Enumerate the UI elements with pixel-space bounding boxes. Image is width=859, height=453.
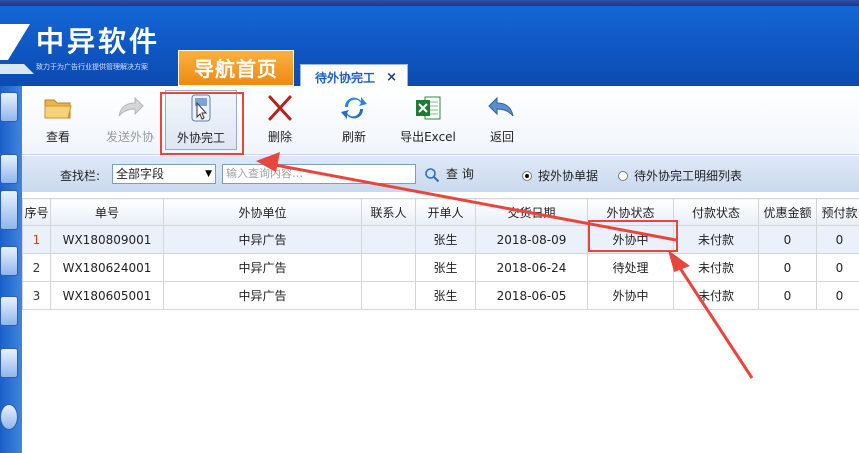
app-header: 中异软件 致力于为广告行业提供管理解决方案 导航首页 待外协完工 × (0, 6, 859, 90)
contact (361, 225, 416, 254)
discount-amount: 0 (758, 225, 817, 254)
search-icon (425, 167, 440, 182)
brand-slogan: 致力于为广告行业提供管理解决方案 (36, 63, 148, 71)
table-row[interactable]: 1 WX180809001 中异广告 张生 2018-08-09 外协中 未付款… (22, 225, 859, 254)
prepayment: 0 (816, 225, 859, 254)
sidebar-module-icon[interactable] (0, 190, 18, 230)
nav-home-button[interactable]: 导航首页 (178, 50, 294, 86)
sidebar-module-icon[interactable] (0, 404, 18, 430)
radio-checked-icon (522, 171, 532, 181)
brand-title: 中异软件 (36, 25, 161, 58)
order-no: WX180809001 (50, 225, 164, 254)
outsource-status: 外协中 (587, 281, 674, 310)
column-header[interactable]: 交货日期 (475, 198, 588, 226)
column-header[interactable]: 序号 (22, 198, 51, 226)
payment-status: 未付款 (673, 253, 759, 282)
delete-button[interactable]: 删除 (248, 94, 312, 150)
prepayment: 0 (816, 253, 859, 282)
dropdown-arrow-icon: ▼ (205, 169, 212, 179)
table-header-row: 序号 单号 外协单位 联系人 开单人 交货日期 外协状态 付款状态 优惠金额 预… (22, 198, 859, 226)
row-seq: 2 (22, 253, 51, 282)
folder-open-icon (44, 99, 72, 119)
creator: 张生 (415, 253, 476, 282)
table-row[interactable]: 3 WX180605001 中异广告 张生 2018-06-05 外协中 未付款… (22, 281, 859, 310)
status-highlight (588, 220, 678, 252)
creator: 张生 (415, 225, 476, 254)
contact (361, 281, 416, 310)
row-seq: 1 (22, 225, 51, 254)
refresh-icon (341, 97, 367, 119)
column-header[interactable]: 联系人 (361, 198, 416, 226)
send-outsource-button[interactable]: 发送外协 (98, 94, 162, 150)
row-seq: 3 (22, 281, 51, 310)
tab-label: 待外协完工 (315, 71, 376, 85)
view-button[interactable]: 查看 (26, 94, 90, 150)
sidebar-module-icon[interactable] (0, 296, 18, 326)
excel-icon (416, 96, 441, 120)
outsource-table: 序号 单号 外协单位 联系人 开单人 交货日期 外协状态 付款状态 优惠金额 预… (22, 198, 859, 453)
left-sidebar (0, 86, 22, 453)
column-header[interactable]: 预付款 (816, 198, 859, 226)
back-arrow-icon (488, 96, 514, 117)
column-header[interactable]: 优惠金额 (758, 198, 817, 226)
search-button[interactable]: 查 询 (424, 164, 474, 184)
creator: 张生 (415, 281, 476, 310)
refresh-button[interactable]: 刷新 (322, 94, 386, 150)
outsource-unit: 中异广告 (163, 253, 362, 282)
prepayment: 0 (816, 281, 859, 310)
column-header[interactable]: 单号 (50, 198, 164, 226)
sidebar-module-icon[interactable] (0, 246, 18, 276)
back-button[interactable]: 返回 (470, 94, 534, 150)
contact (361, 253, 416, 282)
complete-button-highlight (160, 92, 244, 155)
payment-status: 未付款 (673, 225, 759, 254)
delete-x-icon (268, 95, 292, 121)
search-field-select[interactable]: 全部字段 ▼ (112, 164, 216, 184)
delivery-date: 2018-08-09 (475, 225, 588, 254)
delivery-date: 2018-06-24 (475, 253, 588, 282)
forward-arrow-icon (118, 96, 144, 117)
radio-detail-list[interactable]: 待外协完工明细列表 (618, 167, 742, 184)
search-input[interactable]: 输入查询内容… (222, 164, 416, 184)
search-label: 查找栏: (60, 169, 101, 183)
outsource-unit: 中异广告 (163, 225, 362, 254)
column-header[interactable]: 外协单位 (163, 198, 362, 226)
search-bar: 查找栏: 全部字段 ▼ 输入查询内容… 查 询 按外协单据 待外协完工明细列表 (22, 156, 859, 192)
radio-by-order[interactable]: 按外协单据 (522, 167, 598, 184)
search-field-value: 全部字段 (116, 167, 165, 181)
payment-status: 未付款 (673, 281, 759, 310)
discount-amount: 0 (758, 281, 817, 310)
export-excel-button[interactable]: 导出Excel (396, 94, 460, 150)
column-header[interactable]: 付款状态 (673, 198, 759, 226)
discount-amount: 0 (758, 253, 817, 282)
search-placeholder: 输入查询内容… (226, 167, 303, 180)
outsource-status: 待处理 (587, 253, 674, 282)
table-row[interactable]: 2 WX180624001 中异广告 张生 2018-06-24 待处理 未付款… (22, 253, 859, 282)
order-no: WX180605001 (50, 281, 164, 310)
toolbar: 查看 发送外协 外协完工 删除 刷新 导出Excel 返回 (22, 86, 859, 155)
outsource-unit: 中异广告 (163, 281, 362, 310)
column-header[interactable]: 开单人 (415, 198, 476, 226)
order-no: WX180624001 (50, 253, 164, 282)
sidebar-module-icon[interactable] (0, 348, 18, 378)
radio-unchecked-icon (618, 171, 628, 181)
brand-logo-icon (0, 24, 34, 74)
sidebar-module-icon[interactable] (0, 154, 18, 184)
sidebar-module-icon[interactable] (0, 92, 18, 122)
delivery-date: 2018-06-05 (475, 281, 588, 310)
